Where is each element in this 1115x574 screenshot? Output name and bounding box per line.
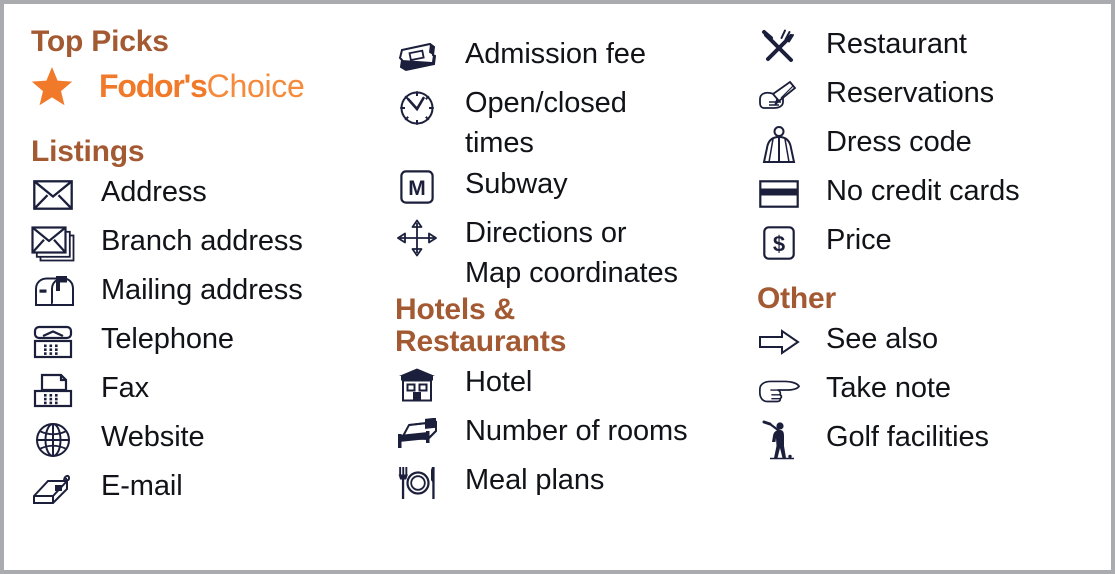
list-item: Take note	[757, 368, 1111, 416]
fodors-choice-brand: Fodor'sChoice	[31, 62, 382, 110]
list-item: $ Price	[757, 220, 1111, 268]
wordmark-choice: Choice	[206, 67, 305, 104]
list-item: Admission fee	[395, 34, 747, 82]
star-icon	[31, 66, 75, 106]
legend-card: Top Picks Fodor'sChoice Listings Address…	[0, 0, 1115, 574]
right-arrow-icon	[757, 319, 801, 365]
fodors-choice-wordmark: Fodor'sChoice	[99, 67, 305, 104]
other-legend-list: See also Take note Golf facilities	[757, 319, 1111, 465]
list-item-label: Telephone	[101, 322, 234, 355]
list-item-label: Meal plans	[465, 463, 605, 496]
list-item: Mailing address	[31, 270, 382, 318]
pointing-hand-icon	[757, 368, 801, 414]
list-item-label: See also	[826, 322, 939, 355]
list-item-label: Subway	[465, 168, 568, 200]
list-item-label: Branch address	[101, 224, 303, 257]
list-item: Hotel	[395, 362, 747, 410]
list-item-label: Admission fee	[465, 38, 646, 70]
list-item-label: Address	[101, 175, 207, 208]
svg-text:M: M	[408, 177, 426, 200]
list-item-label: Restaurant	[826, 28, 967, 60]
list-item: Website	[31, 417, 382, 465]
column-restaurants-other: Restaurant Reservations Dress code No cr…	[747, 4, 1111, 570]
list-item: Reservations	[757, 73, 1111, 121]
list-item-label: Take note	[826, 371, 951, 404]
list-item-label: Hotel	[465, 365, 533, 398]
list-item: Directions or Map coordinates	[395, 213, 747, 293]
hotels-legend-list: Hotel Number of rooms Meal plans	[395, 362, 747, 508]
list-item-label: Mailing address	[101, 273, 303, 306]
column-sights: Admission fee Open/closed times M Subway…	[382, 4, 747, 570]
envelope-stack-icon	[31, 221, 75, 267]
list-item: Open/closed times	[395, 83, 747, 163]
list-item-label: Open/closed times	[465, 87, 627, 159]
list-item: Dress code	[757, 122, 1111, 170]
svg-text:$: $	[773, 232, 785, 257]
list-item: Telephone	[31, 319, 382, 367]
list-item: No credit cards	[757, 171, 1111, 219]
list-item-label: Directions or Map coordinates	[465, 217, 678, 289]
list-item: Address	[31, 172, 382, 220]
list-item-label: Price	[826, 224, 892, 256]
subway-m-icon: M	[395, 164, 439, 210]
crossed-fork-knife-icon	[757, 24, 801, 70]
list-item-label: Reservations	[826, 77, 995, 109]
sights-legend-list: Admission fee Open/closed times M Subway…	[395, 34, 747, 293]
globe-icon	[31, 417, 75, 463]
restaurant-legend-list: Restaurant Reservations Dress code No cr…	[757, 24, 1111, 268]
list-item: Golf facilities	[757, 417, 1111, 465]
ticket-icon	[395, 34, 439, 80]
column-listings: Top Picks Fodor'sChoice Listings Address…	[4, 4, 382, 570]
list-item-label: Number of rooms	[465, 414, 688, 447]
dress-code-person-icon	[757, 122, 801, 168]
envelope-icon	[31, 172, 75, 218]
fork-plate-knife-icon	[395, 460, 439, 506]
list-item-label: Website	[101, 420, 205, 453]
list-item-label: Fax	[101, 371, 150, 404]
list-item: M Subway	[395, 164, 747, 212]
writing-hand-icon	[757, 73, 801, 119]
section-title-top-picks: Top Picks	[31, 25, 169, 58]
telephone-icon	[31, 319, 75, 365]
fax-machine-icon	[31, 368, 75, 414]
bed-icon	[395, 411, 439, 457]
legend-columns: Top Picks Fodor'sChoice Listings Address…	[4, 4, 1111, 570]
list-item: Branch address	[31, 221, 382, 269]
list-item-label: E-mail	[101, 469, 183, 502]
list-item: Fax	[31, 368, 382, 416]
section-title-listings: Listings	[31, 134, 145, 168]
list-item-label: No credit cards	[826, 175, 1020, 207]
golfer-icon	[757, 417, 801, 463]
wordmark-fodors: Fodor's	[99, 67, 208, 104]
list-item-label: Dress code	[826, 126, 972, 158]
section-title-other: Other	[757, 282, 837, 315]
four-way-arrow-icon	[395, 213, 439, 265]
list-item-label: Golf facilities	[826, 420, 989, 453]
credit-card-icon	[757, 171, 801, 217]
list-item: Restaurant	[757, 24, 1111, 72]
section-title-hotels-restaurants: Hotels & Restaurants	[395, 293, 567, 358]
clock-icon	[395, 83, 439, 135]
dollar-sign-icon: $	[757, 220, 801, 266]
list-item: Meal plans	[395, 460, 747, 508]
list-item: Number of rooms	[395, 411, 747, 459]
listings-legend-list: Address Branch address Mailing address T…	[31, 172, 382, 514]
hotel-building-icon	[395, 362, 439, 408]
computer-mouse-icon	[31, 466, 75, 512]
list-item: E-mail	[31, 466, 382, 514]
mailbox-icon	[31, 270, 75, 316]
list-item: See also	[757, 319, 1111, 367]
